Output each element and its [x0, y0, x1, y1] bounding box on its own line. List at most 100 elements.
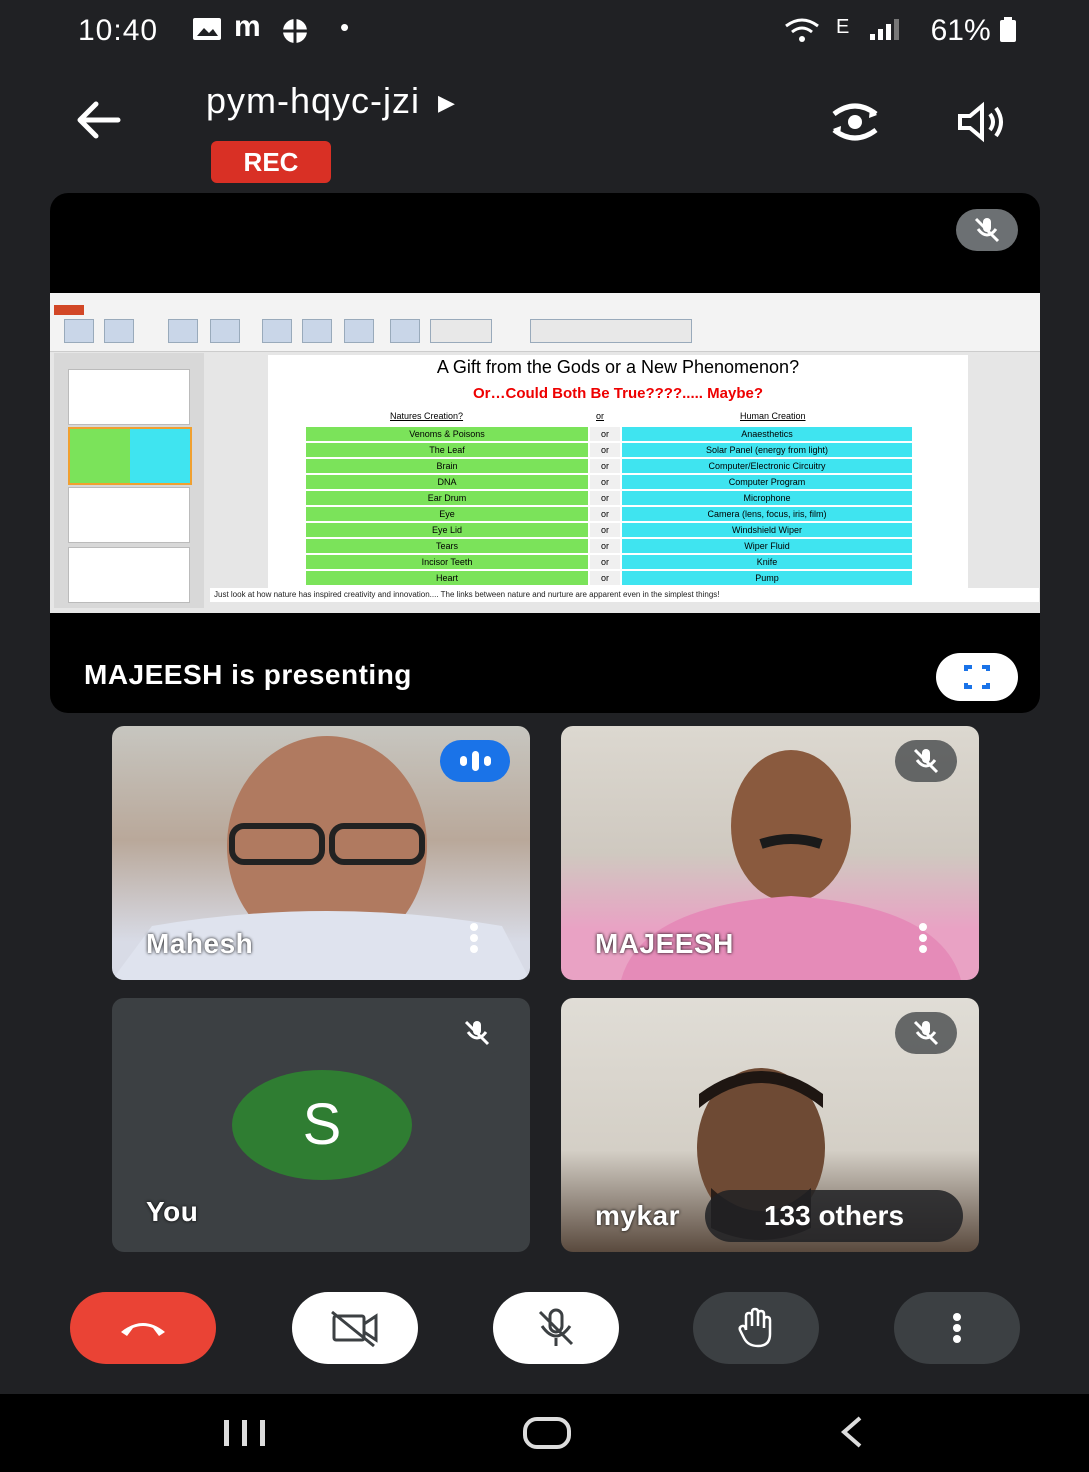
slide-thumbnails [54, 353, 204, 608]
nav-back-button[interactable] [836, 1414, 866, 1455]
presentation-mute-badge [956, 209, 1018, 251]
nature-cell: Eye Lid [306, 523, 588, 537]
navigation-bar [0, 1394, 1089, 1472]
speaker-icon[interactable] [956, 100, 1008, 153]
slide-table-row: Eye Lid or Windshield Wiper [306, 523, 912, 537]
mute-badge [895, 1012, 957, 1054]
participant-name: mykar [595, 1200, 681, 1231]
slide-title: A Gift from the Gods or a New Phenomenon… [436, 357, 800, 377]
nature-cell: Ear Drum [306, 491, 588, 505]
others-count-button[interactable]: 133 others [705, 1190, 963, 1242]
mic-off-icon [464, 1020, 490, 1046]
mute-badge [895, 740, 957, 782]
slide-table-row: Eye or Camera (lens, focus, iris, film) [306, 507, 912, 521]
fullscreen-button[interactable] [936, 653, 1018, 701]
signal-icon [868, 16, 904, 49]
back-arrow-icon[interactable] [76, 100, 122, 151]
slide-table-row: Venoms & Poisons or Anaesthetics [306, 427, 912, 441]
raise-hand-button[interactable] [693, 1292, 819, 1364]
mic-off-icon [913, 748, 939, 774]
powerpoint-ribbon [50, 293, 1040, 352]
human-cell: Anaesthetics [622, 427, 912, 441]
wifi-icon [782, 16, 822, 51]
end-call-button[interactable] [70, 1292, 216, 1364]
participant-name: MAJEESH [595, 928, 734, 959]
mic-off-icon [974, 217, 1000, 243]
or-cell: or [590, 539, 620, 553]
slide-table-row: DNA or Computer Program [306, 475, 912, 489]
participant-tile-majeesh[interactable]: MAJEESH [561, 726, 979, 980]
recent-apps-button[interactable] [222, 1418, 268, 1453]
camera-off-icon [331, 1310, 378, 1348]
status-time: 10:40 [78, 14, 159, 47]
home-button[interactable] [522, 1416, 572, 1455]
gallery-icon [192, 16, 222, 49]
speaking-indicator [440, 740, 510, 782]
switch-camera-icon[interactable] [826, 100, 884, 153]
nature-cell: The Leaf [306, 443, 588, 457]
presentation-tile[interactable]: A Gift from the Gods or a New Phenomenon… [50, 193, 1040, 713]
slide-table-row: Brain or Computer/Electronic Circuitry [306, 459, 912, 473]
globe-icon [280, 16, 310, 53]
or-cell: or [590, 459, 620, 473]
human-cell: Computer/Electronic Circuitry [622, 459, 912, 473]
slide-table-row: Ear Drum or Microphone [306, 491, 912, 505]
participant-name: You [146, 1196, 199, 1227]
meeting-title[interactable]: pym-hqyc-jzi ▶ [206, 80, 456, 122]
avatar: S [232, 1070, 412, 1180]
human-cell: Camera (lens, focus, iris, film) [622, 507, 912, 521]
camera-toggle-button[interactable] [292, 1292, 418, 1364]
nav-back-icon [840, 1416, 862, 1448]
nature-cell: DNA [306, 475, 588, 489]
battery-percent: 61% [931, 14, 1017, 48]
slide-table-row: Heart or Pump [306, 571, 912, 585]
data-icon: E [836, 16, 850, 38]
nature-cell: Eye [306, 507, 588, 521]
slide-table-row: Incisor Teeth or Knife [306, 555, 912, 569]
slide-table-row: Tears or Wiper Fluid [306, 539, 912, 553]
nature-cell: Tears [306, 539, 588, 553]
left-header: Natures Creation? [390, 411, 464, 421]
shared-screen: A Gift from the Gods or a New Phenomenon… [50, 293, 1040, 613]
play-caret-icon: ▶ [438, 90, 456, 116]
slide: A Gift from the Gods or a New Phenomenon… [268, 355, 968, 595]
nature-cell: Brain [306, 459, 588, 473]
or-cell: or [590, 475, 620, 489]
more-options-button[interactable] [894, 1292, 1020, 1364]
human-cell: Knife [622, 555, 912, 569]
human-cell: Solar Panel (energy from light) [622, 443, 912, 457]
or-cell: or [590, 491, 620, 505]
mic-toggle-button[interactable] [493, 1292, 619, 1364]
participant-tile-you[interactable]: S You [112, 998, 530, 1252]
human-cell: Windshield Wiper [622, 523, 912, 537]
m-icon: m [234, 10, 261, 43]
right-header: Human Creation [740, 411, 806, 421]
fullscreen-icon [964, 665, 990, 689]
human-cell: Microphone [622, 491, 912, 505]
human-cell: Wiper Fluid [622, 539, 912, 553]
more-vert-icon[interactable] [919, 923, 927, 958]
or-cell: or [590, 555, 620, 569]
or-cell: or [590, 427, 620, 441]
home-icon [523, 1417, 571, 1449]
dot-icon: • [340, 12, 350, 42]
more-vert-icon [953, 1313, 961, 1343]
battery-icon [1000, 17, 1016, 42]
nature-cell: Heart [306, 571, 588, 585]
presenter-label: MAJEESH is presenting [84, 659, 412, 690]
end-call-icon [121, 1323, 165, 1336]
participant-tile-mahesh[interactable]: Mahesh [112, 726, 530, 980]
human-cell: Pump [622, 571, 912, 585]
mic-off-icon [538, 1308, 574, 1346]
slide-table-row: The Leaf or Solar Panel (energy from light… [306, 443, 912, 457]
mic-off-icon [913, 1020, 939, 1046]
nature-cell: Venoms & Poisons [306, 427, 588, 441]
or-cell: or [590, 571, 620, 585]
more-vert-icon[interactable] [470, 923, 478, 958]
status-bar: 10:40 m • E 61% [0, 0, 1089, 60]
mid-header: or [596, 411, 605, 421]
or-cell: or [590, 523, 620, 537]
nature-cell: Incisor Teeth [306, 555, 588, 569]
slide-subtitle: Or…Could Both Be True????..... Maybe? [472, 385, 763, 402]
or-cell: or [590, 507, 620, 521]
